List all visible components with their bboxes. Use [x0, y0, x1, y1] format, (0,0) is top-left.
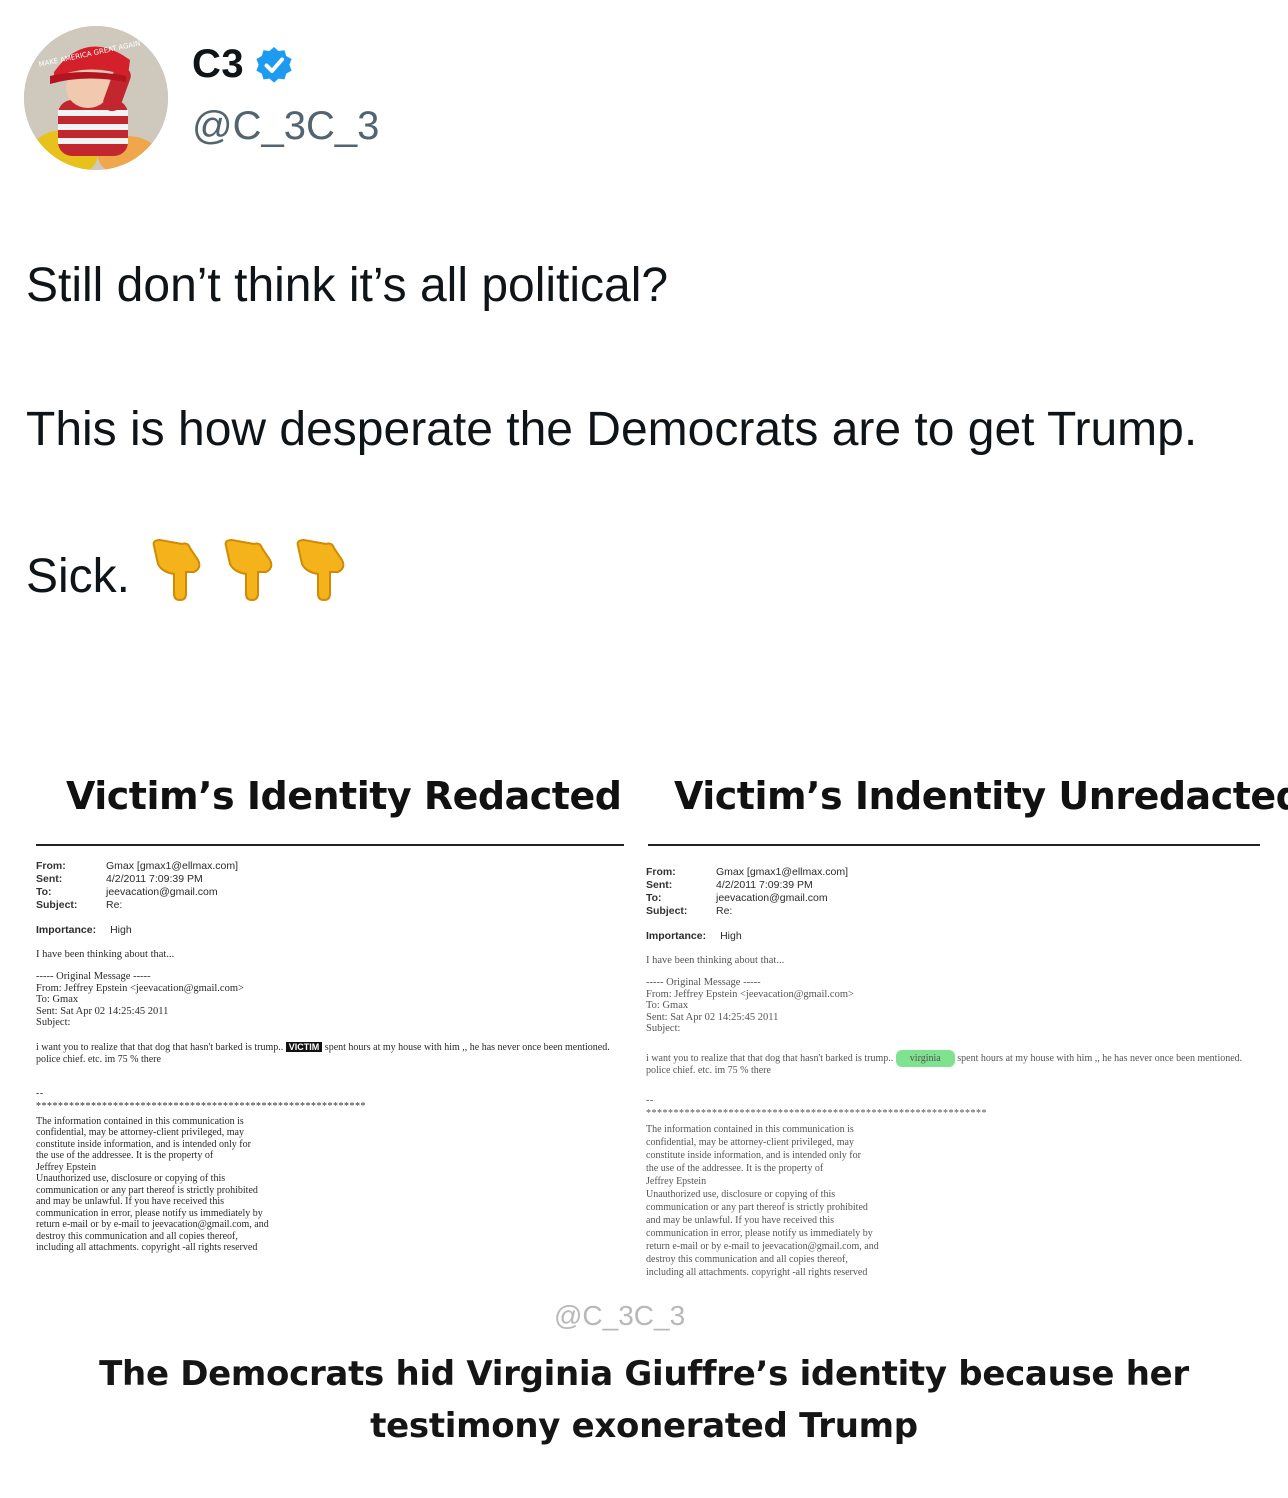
legal-disclaimer: The information contained in this commun…: [646, 1123, 879, 1278]
handle[interactable]: @C_3C_3: [192, 104, 379, 149]
verified-badge-icon: [256, 46, 292, 83]
display-name[interactable]: C3: [192, 42, 244, 87]
author-name-row[interactable]: C3: [192, 42, 294, 87]
separator-dash: --: [646, 1094, 654, 1106]
image-caption: The Democrats hid Virginia Giuffre’s ide…: [99, 1354, 1189, 1446]
original-message: ----- Original Message ----- From: Jeffr…: [646, 977, 854, 1034]
redacted-email: From: Gmax [gmax1@ellmax.com] Sent: 4/2/20…: [36, 860, 626, 1254]
legal-disclaimer: The information contained in this commun…: [36, 1115, 269, 1254]
right-title: Victim’s Indentity Unredacted: [674, 774, 1288, 818]
pointing-down-icon: [224, 538, 273, 602]
reply-text: I have been thinking about that...: [646, 955, 785, 966]
divider: [648, 844, 1260, 846]
email-header: From: Gmax [gmax1@ellmax.com] Sent: 4/2/20…: [646, 866, 849, 917]
email-header: From: Gmax [gmax1@ellmax.com] Sent: 4/2/20…: [36, 860, 239, 911]
tweet-line-1: Still don’t think it’s all political?: [26, 259, 669, 312]
separator-stars: ****************************************…: [646, 1107, 986, 1119]
importance: Importance: High: [36, 924, 132, 936]
tweet-line-2: This is how desperate the Democrats are …: [26, 403, 1198, 456]
redaction-box: VICTIM: [285, 1041, 323, 1052]
separator-stars: ****************************************…: [36, 1100, 366, 1112]
pointing-down-icon: [152, 538, 201, 602]
highlighted-name: virginia: [895, 1049, 955, 1067]
separator-dash: --: [36, 1087, 44, 1099]
original-message: ----- Original Message ----- From: Jeffr…: [36, 971, 244, 1028]
pointing-down-emojis: [148, 538, 350, 602]
left-title: Victim’s Identity Redacted: [66, 774, 622, 818]
pointing-down-icon: [296, 538, 345, 602]
unredacted-email: From: Gmax [gmax1@ellmax.com] Sent: 4/2/20…: [646, 866, 1256, 1279]
divider: [36, 844, 624, 846]
email-body: i want you to realize that that dog that…: [646, 1049, 1256, 1077]
importance: Importance: High: [646, 930, 742, 942]
tweet-line-3-text: Sick.: [26, 550, 131, 603]
tweet-text: Still don’t think it’s all political? Th…: [26, 250, 1256, 613]
tweet-image[interactable]: Victim’s Identity Redacted Victim’s Inde…: [0, 760, 1288, 1480]
avatar-photo: MAKE AMERICA GREAT AGAIN: [24, 26, 168, 170]
reply-text: I have been thinking about that...: [36, 949, 175, 960]
avatar[interactable]: MAKE AMERICA GREAT AGAIN: [24, 26, 168, 170]
watermark: @C_3C_3: [554, 1300, 686, 1331]
email-body: i want you to realize that that dog that…: [36, 1041, 610, 1065]
tweet-line-3: Sick.: [26, 538, 1256, 613]
